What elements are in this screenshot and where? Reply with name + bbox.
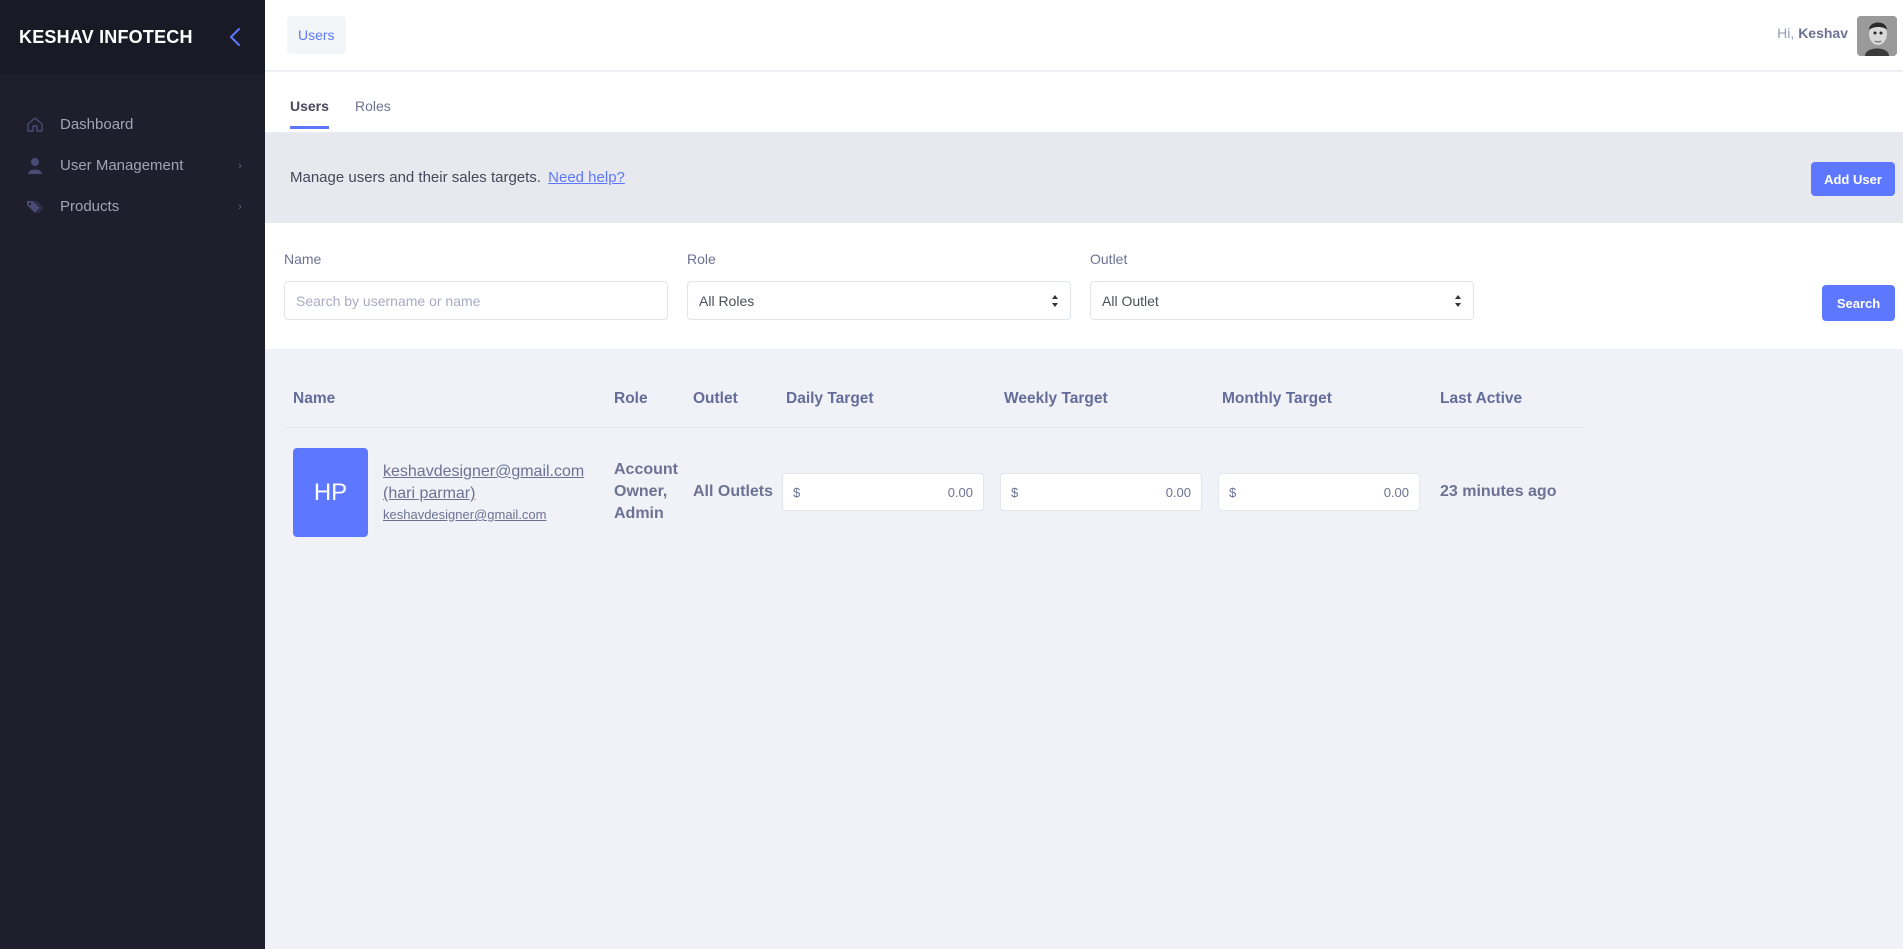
outlet-filter-label: Outlet bbox=[1090, 251, 1128, 267]
tab-roles[interactable]: Roles bbox=[355, 98, 391, 126]
role-line: Account bbox=[614, 461, 678, 478]
greeting-user-name: Keshav bbox=[1798, 25, 1848, 41]
home-icon bbox=[25, 115, 44, 134]
table-header-divider bbox=[285, 427, 1584, 428]
role-select-value: All Roles bbox=[699, 292, 755, 309]
intro-text: Manage users and their sales targets. Ne… bbox=[290, 169, 625, 186]
chevron-right-icon: › bbox=[238, 159, 242, 172]
weekly-target-value: 0.00 bbox=[1165, 485, 1191, 500]
outlet-select[interactable]: All Outlet bbox=[1090, 281, 1474, 320]
currency-symbol: $ bbox=[1011, 485, 1019, 500]
breadcrumb[interactable]: Users bbox=[287, 16, 346, 54]
user-photo-icon bbox=[1857, 16, 1897, 56]
chevron-right-icon: › bbox=[238, 200, 242, 213]
avatar[interactable] bbox=[1857, 16, 1897, 56]
daily-target-input[interactable]: $ 0.00 bbox=[782, 473, 984, 511]
role-select[interactable]: All Roles bbox=[687, 281, 1071, 320]
column-header-outlet: Outlet bbox=[693, 390, 738, 407]
sort-arrows-icon bbox=[1052, 295, 1058, 307]
name-filter-label: Name bbox=[284, 251, 322, 267]
column-header-name: Name bbox=[293, 390, 336, 407]
user-greeting: Hi, Keshav bbox=[1777, 25, 1848, 41]
sidebar-item-label: Products bbox=[60, 198, 120, 215]
greeting-prefix: Hi, bbox=[1777, 25, 1795, 41]
sidebar: KESHAV INFOTECH Dashboard User Managemen… bbox=[0, 0, 265, 949]
column-header-role: Role bbox=[614, 390, 648, 407]
user-email-link[interactable]: keshavdesigner@gmail.com bbox=[383, 507, 547, 522]
column-header-weekly-target: Weekly Target bbox=[1004, 390, 1108, 407]
name-search-placeholder: Search by username or name bbox=[296, 292, 481, 309]
intro-bar: Manage users and their sales targets. Ne… bbox=[265, 133, 1903, 223]
users-table: Name Role Outlet Daily Target Weekly Tar… bbox=[265, 349, 1903, 949]
tab-users[interactable]: Users bbox=[290, 98, 329, 129]
currency-symbol: $ bbox=[793, 485, 801, 500]
sidebar-item-products[interactable]: Products › bbox=[0, 186, 265, 227]
column-header-last-active: Last Active bbox=[1440, 390, 1523, 407]
user-name-email: keshavdesigner@gmail.com bbox=[383, 463, 585, 480]
add-user-button[interactable]: Add User bbox=[1811, 162, 1895, 196]
chevron-left-icon bbox=[230, 28, 240, 46]
sidebar-collapse-button[interactable] bbox=[223, 25, 247, 49]
sidebar-menu: Dashboard User Management › Products › bbox=[0, 74, 265, 227]
name-search-input[interactable]: Search by username or name bbox=[284, 281, 668, 320]
monthly-target-value: 0.00 bbox=[1383, 485, 1409, 500]
user-initials-avatar: HP bbox=[293, 448, 368, 537]
column-header-daily-target: Daily Target bbox=[786, 390, 874, 407]
outlet-select-value: All Outlet bbox=[1102, 292, 1159, 309]
weekly-target-input[interactable]: $ 0.00 bbox=[1000, 473, 1202, 511]
sidebar-item-dashboard[interactable]: Dashboard bbox=[0, 104, 265, 145]
currency-symbol: $ bbox=[1229, 485, 1237, 500]
tab-bar: Users Roles bbox=[265, 72, 1903, 133]
intro-description: Manage users and their sales targets. bbox=[290, 169, 541, 186]
user-full-name: (hari parmar) bbox=[383, 485, 476, 502]
column-header-monthly-target: Monthly Target bbox=[1222, 390, 1332, 407]
search-button[interactable]: Search bbox=[1822, 285, 1895, 321]
daily-target-value: 0.00 bbox=[947, 485, 973, 500]
top-header: Users Hi, Keshav bbox=[265, 0, 1903, 71]
need-help-link[interactable]: Need help? bbox=[548, 169, 625, 186]
brand-name: KESHAV INFOTECH bbox=[19, 26, 193, 47]
sort-arrows-icon bbox=[1455, 295, 1461, 307]
tags-icon bbox=[25, 197, 44, 216]
user-role: Account Owner, Admin bbox=[614, 459, 686, 525]
sidebar-item-label: Dashboard bbox=[60, 116, 134, 133]
filter-panel: Name Search by username or name Role All… bbox=[265, 223, 1903, 349]
user-outlet: All Outlets bbox=[693, 483, 774, 500]
monthly-target-input[interactable]: $ 0.00 bbox=[1218, 473, 1420, 511]
role-filter-label: Role bbox=[687, 251, 716, 267]
brand-bar: KESHAV INFOTECH bbox=[0, 0, 265, 74]
user-icon bbox=[25, 156, 44, 175]
last-active-time: 23 minutes ago bbox=[1440, 483, 1557, 500]
role-line: Admin bbox=[614, 505, 664, 522]
role-line: Owner, bbox=[614, 483, 668, 500]
sidebar-item-user-management[interactable]: User Management › bbox=[0, 145, 265, 186]
user-name-link[interactable]: keshavdesigner@gmail.com (hari parmar) bbox=[383, 461, 584, 505]
sidebar-item-label: User Management bbox=[60, 157, 184, 174]
